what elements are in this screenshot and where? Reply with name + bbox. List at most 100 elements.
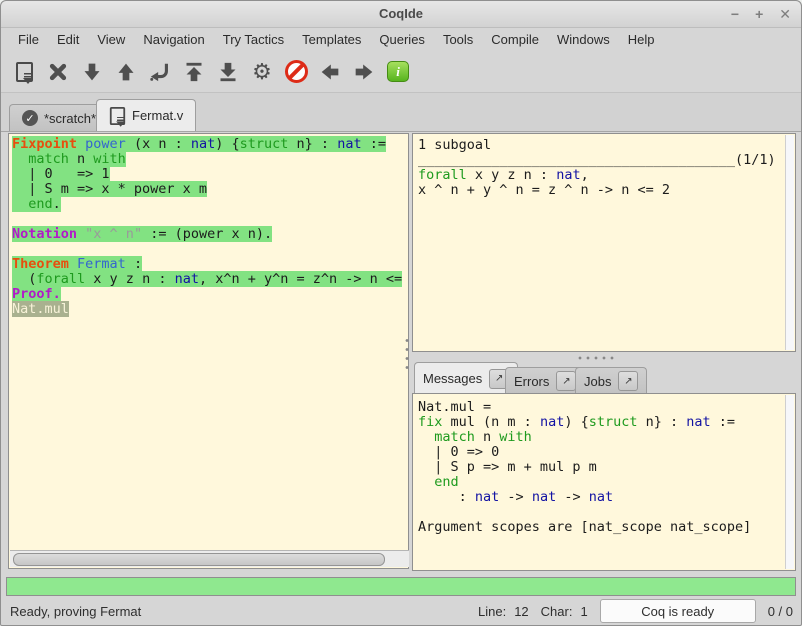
close-buffer-button[interactable] <box>41 56 75 88</box>
menu-item-navigation[interactable]: Navigation <box>134 29 213 50</box>
goal-counter: 0 / 0 <box>768 604 793 619</box>
code-line: Nat.mul = <box>418 400 786 415</box>
code-line <box>418 505 786 520</box>
detach-icon[interactable]: ↗ <box>618 371 638 391</box>
horizontal-scrollbar[interactable] <box>10 550 409 567</box>
progress-bar <box>6 577 796 596</box>
tab-messages[interactable]: Messages ↗ <box>414 362 518 394</box>
code-line <box>12 212 413 227</box>
script-editor-pane: Fixpoint power (x n : nat) {struct n} : … <box>8 133 409 569</box>
status-bar: Ready, proving Fermat Line: 12 Char: 1 C… <box>1 597 801 625</box>
window-controls: − + ✕ <box>731 5 791 23</box>
main-content: Fixpoint power (x n : nat) {struct n} : … <box>1 131 801 573</box>
title-bar[interactable]: CoqIde − + ✕ <box>1 1 801 28</box>
status-right: Line: 12 Char: 1 Coq is ready 0 / 0 <box>478 599 793 623</box>
tab-jobs[interactable]: Jobs ↗ <box>575 367 647 394</box>
arrow-down-to-bar-icon <box>218 62 238 82</box>
go-to-cursor-button[interactable] <box>143 56 177 88</box>
code-line: end <box>418 475 786 490</box>
code-line: end. <box>12 197 413 212</box>
status-message: Ready, proving Fermat <box>10 604 141 619</box>
back-button[interactable] <box>313 56 347 88</box>
menu-item-compile[interactable]: Compile <box>482 29 548 50</box>
forward-button[interactable] <box>347 56 381 88</box>
detach-icon[interactable]: ↗ <box>556 371 576 391</box>
menu-item-windows[interactable]: Windows <box>548 29 619 50</box>
line-value: 12 <box>514 604 528 619</box>
step-forward-button[interactable] <box>75 56 109 88</box>
tab-label: Jobs <box>584 374 611 389</box>
settings-button[interactable]: ⚙ <box>245 56 279 88</box>
go-to-end-button[interactable] <box>211 56 245 88</box>
tab-scratch[interactable]: ✓ *scratch* <box>9 104 109 131</box>
vertical-splitter[interactable] <box>404 336 410 374</box>
document-tab-bar: ✓ *scratch* Fermat.v <box>1 93 801 132</box>
code-line: match n with <box>12 152 413 167</box>
arrow-up-icon <box>116 62 136 82</box>
menu-item-help[interactable]: Help <box>619 29 664 50</box>
close-icon[interactable]: ✕ <box>779 5 791 23</box>
gear-icon: ⚙ <box>252 61 272 83</box>
menu-item-try-tactics[interactable]: Try Tactics <box>214 29 293 50</box>
code-line: _______________________________________(… <box>418 153 786 168</box>
about-button[interactable]: i <box>381 56 415 88</box>
save-button[interactable] <box>7 56 41 88</box>
menu-item-templates[interactable]: Templates <box>293 29 370 50</box>
window-title: CoqIde <box>1 6 801 21</box>
tab-label: Errors <box>514 374 549 389</box>
arrow-up-to-bar-icon <box>184 62 204 82</box>
menu-bar: FileEditViewNavigationTry TacticsTemplat… <box>1 27 801 51</box>
go-to-start-button[interactable] <box>177 56 211 88</box>
code-line: 1 subgoal <box>418 138 786 153</box>
code-line: match n with <box>418 430 786 445</box>
char-value: 1 <box>580 604 587 619</box>
save-icon <box>16 62 33 82</box>
menu-item-edit[interactable]: Edit <box>48 29 88 50</box>
minimize-icon[interactable]: − <box>731 5 739 23</box>
code-line: forall x y z n : nat, <box>418 168 786 183</box>
tab-label: Messages <box>423 371 482 386</box>
menu-item-file[interactable]: File <box>9 29 48 50</box>
menu-item-view[interactable]: View <box>88 29 134 50</box>
messages-pane: Nat.mul =fix mul (n m : nat) {struct n} … <box>412 393 796 571</box>
coqide-window: CoqIde − + ✕ FileEditViewNavigationTry T… <box>0 0 802 626</box>
menu-item-queries[interactable]: Queries <box>370 29 434 50</box>
line-label: Line: <box>478 604 506 619</box>
tab-errors[interactable]: Errors ↗ <box>505 367 585 394</box>
code-line: : nat -> nat -> nat <box>418 490 786 505</box>
goal-scrollbar-track[interactable] <box>785 135 794 350</box>
code-line: (forall x y z n : nat, x^n + y^n = z^n -… <box>12 272 413 287</box>
code-line: x ^ n + y ^ n = z ^ n -> n <= 2 <box>418 183 786 198</box>
toolbar: ⚙ i <box>1 51 801 93</box>
menu-item-tools[interactable]: Tools <box>434 29 482 50</box>
code-line: Proof. <box>12 287 413 302</box>
code-line: fix mul (n m : nat) {struct n} : nat := <box>418 415 786 430</box>
check-circle-icon: ✓ <box>22 110 38 126</box>
code-line: | S m => x * power x m <box>12 182 413 197</box>
code-line <box>12 242 413 257</box>
code-line: | S p => m + mul p m <box>418 460 786 475</box>
tab-fermat[interactable]: Fermat.v <box>96 99 196 131</box>
editor-content[interactable]: Fixpoint power (x n : nat) {struct n} : … <box>9 134 413 555</box>
char-label: Char: <box>541 604 573 619</box>
messages-tab-row: Messages ↗ Errors ↗ Jobs ↗ <box>412 362 796 394</box>
arrow-right-icon <box>354 62 374 82</box>
interrupt-button[interactable] <box>279 56 313 88</box>
code-line: Fixpoint power (x n : nat) {struct n} : … <box>12 137 413 152</box>
about-icon: i <box>387 61 409 82</box>
code-line: Theorem Fermat : <box>12 257 413 272</box>
code-line: | 0 => 1 <box>12 167 413 182</box>
messages-scrollbar-track[interactable] <box>785 395 794 569</box>
save-icon <box>110 107 125 125</box>
scrollbar-thumb[interactable] <box>13 553 385 566</box>
coq-state-indicator: Coq is ready <box>600 599 756 623</box>
messages-notebook: Messages ↗ Errors ↗ Jobs ↗ Nat.mul =fix … <box>412 362 796 571</box>
interrupt-icon <box>285 60 308 83</box>
close-icon <box>48 62 68 82</box>
code-line: Nat.mul <box>12 302 413 317</box>
code-line: Notation "x ^ n" := (power x n). <box>12 227 413 242</box>
horizontal-splitter[interactable] <box>576 355 618 361</box>
step-backward-button[interactable] <box>109 56 143 88</box>
maximize-icon[interactable]: + <box>755 5 763 23</box>
code-line: Argument scopes are [nat_scope nat_scope… <box>418 520 786 535</box>
